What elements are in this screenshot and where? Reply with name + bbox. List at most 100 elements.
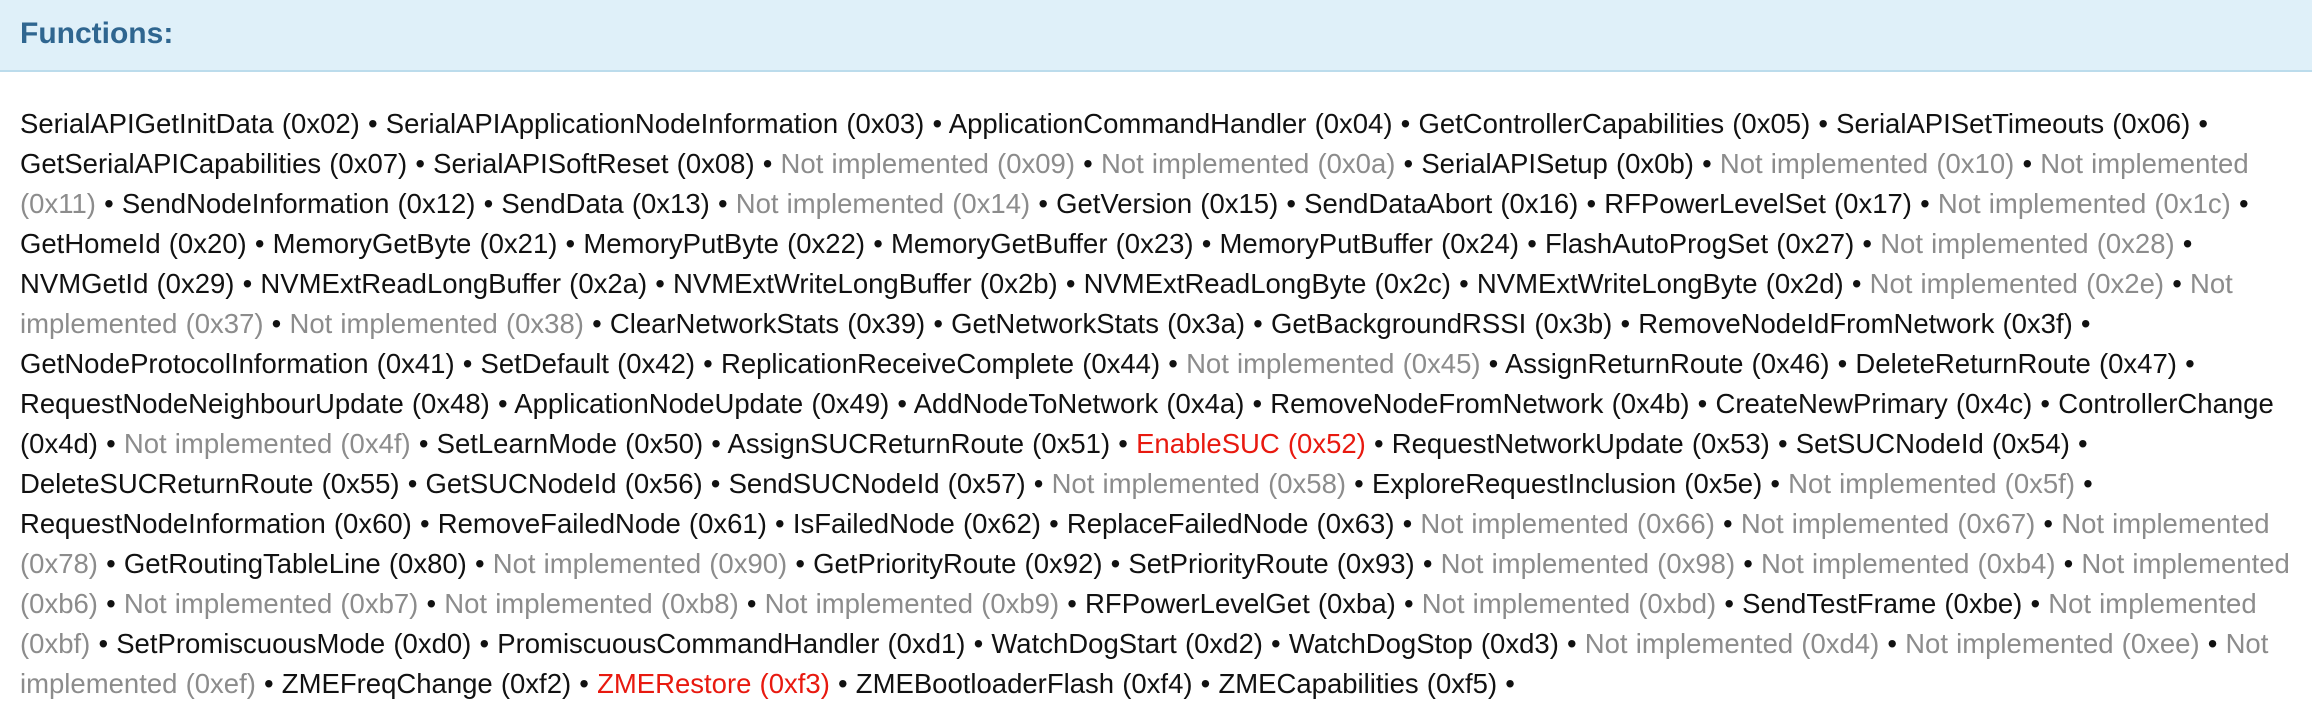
separator-bullet: • (497, 388, 508, 419)
separator-bullet: • (873, 228, 883, 259)
function-item: NVMExtWriteLongBuffer (0x2b) (673, 268, 1058, 299)
function-item: Not implemented (0x67) (1740, 508, 2036, 539)
function-item: Not implemented (0xd4) (1584, 628, 1880, 659)
separator-bullet: • (1851, 268, 1862, 299)
separator-bullet: • (838, 668, 848, 699)
function-item: ReplicationReceiveComplete (0x44) (720, 348, 1161, 379)
separator-bullet: • (2040, 388, 2051, 419)
function-item: Not implemented (0x28) (1880, 228, 2175, 259)
separator-bullet: • (1201, 228, 1212, 259)
separator-bullet: • (2238, 188, 2249, 219)
separator-bullet: • (1743, 548, 1753, 579)
separator-bullet: • (407, 468, 418, 499)
separator-bullet: • (1403, 588, 1414, 619)
separator-bullet: • (1354, 468, 1364, 499)
function-item: GetNodeProtocolInformation (0x41) (20, 348, 455, 379)
separator-bullet: • (1200, 668, 1211, 699)
function-item: SetSUCNodeId (0x54) (1795, 428, 2070, 459)
function-item: SetPriorityRoute (0x93) (1128, 548, 1415, 579)
function-item: CreateNewPrimary (0x4c) (1715, 388, 2033, 419)
separator-bullet: • (1403, 148, 1414, 179)
function-item: ZMEBootloaderFlash (0xf4) (855, 668, 1193, 699)
function-item: AssignSUCReturnRoute (0x51) (727, 428, 1111, 459)
function-item: Not implemented (0x0a) (1100, 148, 1396, 179)
function-item: Not implemented (0x66) (1420, 508, 1715, 539)
function-item: GetRoutingTableLine (0x80) (123, 548, 467, 579)
separator-bullet: • (1373, 428, 1384, 459)
separator-bullet: • (483, 188, 494, 219)
separator-bullet: • (1038, 188, 1048, 219)
separator-bullet: • (1702, 148, 1712, 179)
separator-bullet: • (2043, 508, 2054, 539)
separator-bullet: • (775, 508, 785, 539)
separator-bullet: • (1252, 388, 1263, 419)
separator-bullet: • (419, 508, 430, 539)
separator-bullet: • (2198, 108, 2209, 139)
function-item: ReplaceFailedNode (0x63) (1066, 508, 1395, 539)
function-item: GetNetworkStats (0x3a) (951, 308, 1246, 339)
function-item: GetBackgroundRSSI (0x3b) (1270, 308, 1613, 339)
separator-bullet: • (1488, 348, 1499, 379)
function-item: WatchDogStart (0xd2) (991, 628, 1263, 659)
function-item: Not implemented (0x14) (735, 188, 1031, 219)
separator-bullet: • (592, 308, 602, 339)
function-item: Not implemented (0x45) (1186, 348, 1481, 379)
separator-bullet: • (2172, 268, 2182, 299)
function-item: Not implemented (0x10) (1719, 148, 2015, 179)
separator-bullet: • (1887, 628, 1898, 659)
separator-bullet: • (1400, 108, 1411, 139)
function-item: ZMEFreqChange (0xf2) (281, 668, 572, 699)
separator-bullet: • (565, 228, 576, 259)
function-item: Not implemented (0x38) (289, 308, 584, 339)
separator-bullet: • (271, 308, 282, 339)
function-item: SendDataAbort (0x16) (1304, 188, 1579, 219)
separator-bullet: • (1271, 628, 1281, 659)
separator-bullet: • (1065, 268, 1076, 299)
function-item: GetControllerCapabilities (0x05) (1418, 108, 1811, 139)
function-item: GetSUCNodeId (0x56) (425, 468, 703, 499)
function-item: SerialAPIGetInitData (0x02) (20, 108, 360, 139)
function-item: Not implemented (0xb7) (123, 588, 419, 619)
separator-bullet: • (367, 108, 378, 139)
separator-bullet: • (1567, 628, 1577, 659)
separator-bullet: • (2030, 588, 2041, 619)
separator-bullet: • (1459, 268, 1469, 299)
function-item: MemoryGetBuffer (0x23) (890, 228, 1194, 259)
function-item: MemoryGetByte (0x21) (272, 228, 558, 259)
separator-bullet: • (474, 548, 485, 579)
function-item: Not implemented (0x09) (780, 148, 1076, 179)
separator-bullet: • (2207, 628, 2218, 659)
separator-bullet: • (795, 548, 805, 579)
separator-bullet: • (106, 548, 116, 579)
separator-bullet: • (1724, 588, 1734, 619)
separator-bullet: • (933, 308, 943, 339)
separator-bullet: • (1620, 308, 1631, 339)
function-item: Not implemented (0x2e) (1869, 268, 2165, 299)
function-item: ZMECapabilities (0xf5) (1218, 668, 1498, 699)
function-item: RequestNodeInformation (0x60) (20, 508, 412, 539)
separator-bullet: • (1110, 548, 1121, 579)
separator-bullet: • (426, 588, 437, 619)
separator-bullet: • (98, 628, 109, 659)
function-item: MemoryPutBuffer (0x24) (1219, 228, 1520, 259)
function-item: Not implemented (0x58) (1051, 468, 1347, 499)
separator-bullet: • (1422, 548, 1433, 579)
separator-bullet: • (1083, 148, 1093, 179)
separator-bullet: • (932, 108, 943, 139)
separator-bullet: • (655, 268, 665, 299)
separator-bullet: • (1402, 508, 1413, 539)
function-item: NVMExtReadLongBuffer (0x2a) (260, 268, 648, 299)
function-item: SetLearnMode (0x50) (436, 428, 704, 459)
function-item: Not implemented (0x5f) (1788, 468, 2075, 499)
separator-bullet: • (462, 348, 473, 379)
separator-bullet: • (1118, 428, 1128, 459)
separator-bullet: • (1286, 188, 1297, 219)
function-item: SendTestFrame (0xbe) (1742, 588, 2023, 619)
separator-bullet: • (106, 428, 116, 459)
separator-bullet: • (106, 588, 116, 619)
separator-bullet: • (2078, 428, 2088, 459)
function-item: Not implemented (0x1c) (1937, 188, 2231, 219)
function-item: RemoveFailedNode (0x61) (437, 508, 767, 539)
function-item: SendSUCNodeId (0x57) (728, 468, 1026, 499)
separator-bullet: • (2182, 228, 2193, 259)
